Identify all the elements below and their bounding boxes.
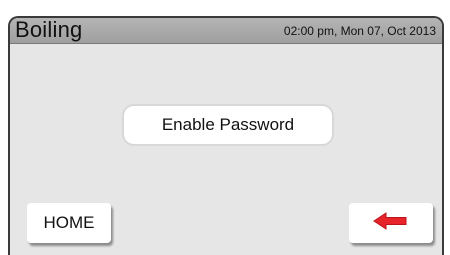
title-bar: Boiling 02:00 pm, Mon 07, Oct 2013 [10, 18, 442, 44]
left-arrow-icon [373, 211, 409, 235]
date-time-display: 02:00 pm, Mon 07, Oct 2013 [283, 24, 436, 38]
back-button[interactable] [349, 203, 433, 243]
main-panel: Boiling 02:00 pm, Mon 07, Oct 2013 Enabl… [8, 16, 444, 255]
enable-password-button[interactable]: Enable Password [122, 104, 334, 146]
home-button[interactable]: HOME [27, 203, 111, 243]
enable-password-label: Enable Password [161, 115, 295, 134]
left-arrow-icon-svg [373, 211, 407, 230]
home-label: HOME [43, 213, 95, 232]
device-screen: Boiling 02:00 pm, Mon 07, Oct 2013 Enabl… [0, 0, 450, 255]
screen-title: Boiling [15, 17, 83, 42]
